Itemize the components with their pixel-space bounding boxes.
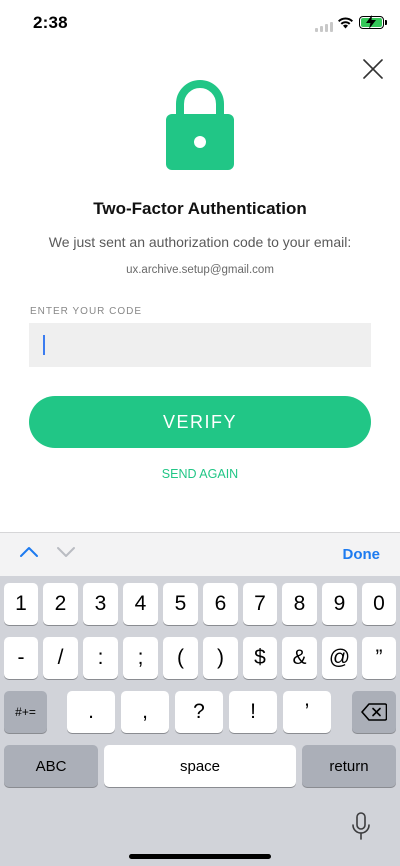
space-key[interactable]: space [104,745,296,787]
key-apostrophe[interactable]: ’ [283,691,331,733]
key-3[interactable]: 3 [83,583,118,625]
key-0[interactable]: 0 [362,583,396,625]
key-5[interactable]: 5 [163,583,198,625]
backspace-key[interactable] [352,691,396,733]
key-period[interactable]: . [67,691,115,733]
key-at[interactable]: @ [322,637,357,679]
done-button[interactable]: Done [343,546,381,563]
backspace-icon [361,703,387,721]
key-quote[interactable]: ” [362,637,396,679]
key-8[interactable]: 8 [282,583,317,625]
text-caret [43,335,45,355]
key-6[interactable]: 6 [203,583,238,625]
abc-key[interactable]: ABC [4,745,98,787]
key-close-paren[interactable]: ) [203,637,238,679]
key-4[interactable]: 4 [123,583,158,625]
keyboard: 1 2 3 4 5 6 7 8 9 0 - / : ; ( ) $ & @ ” … [0,576,400,866]
home-indicator [129,854,271,859]
key-colon[interactable]: : [83,637,118,679]
charging-bolt-icon [366,15,376,29]
key-9[interactable]: 9 [322,583,357,625]
key-slash[interactable]: / [43,637,78,679]
key-semicolon[interactable]: ; [123,637,158,679]
key-hyphen[interactable]: - [4,637,38,679]
key-ampersand[interactable]: & [282,637,317,679]
battery-icon [359,15,387,29]
lock-icon [166,80,234,170]
verify-button[interactable]: VERIFY [29,396,371,448]
key-2[interactable]: 2 [43,583,78,625]
key-7[interactable]: 7 [243,583,277,625]
key-1[interactable]: 1 [4,583,38,625]
cellular-signal-icon [315,22,333,32]
code-field-label: ENTER YOUR CODE [30,306,143,317]
key-exclamation[interactable]: ! [229,691,277,733]
page-title: Two-Factor Authentication [93,199,307,218]
wifi-icon [338,17,353,29]
send-again-link[interactable]: SEND AGAIN [0,467,400,481]
email-address: ux.archive.setup@gmail.com [126,264,274,276]
microphone-icon[interactable] [350,812,372,842]
return-key[interactable]: return [302,745,396,787]
code-input[interactable] [29,323,371,367]
chevron-down-icon[interactable] [56,545,76,559]
instruction-text: We just sent an authorization code to yo… [48,234,352,250]
key-comma[interactable]: , [121,691,169,733]
status-time: 2:38 [33,13,68,32]
status-bar: 2:38 [0,0,400,46]
key-question[interactable]: ? [175,691,223,733]
symbols-toggle-key[interactable]: #+= [4,691,47,733]
close-icon[interactable] [360,56,386,82]
key-dollar[interactable]: $ [243,637,277,679]
key-open-paren[interactable]: ( [163,637,198,679]
keyboard-accessory-bar: Done [0,532,400,576]
chevron-up-icon[interactable] [19,545,39,559]
